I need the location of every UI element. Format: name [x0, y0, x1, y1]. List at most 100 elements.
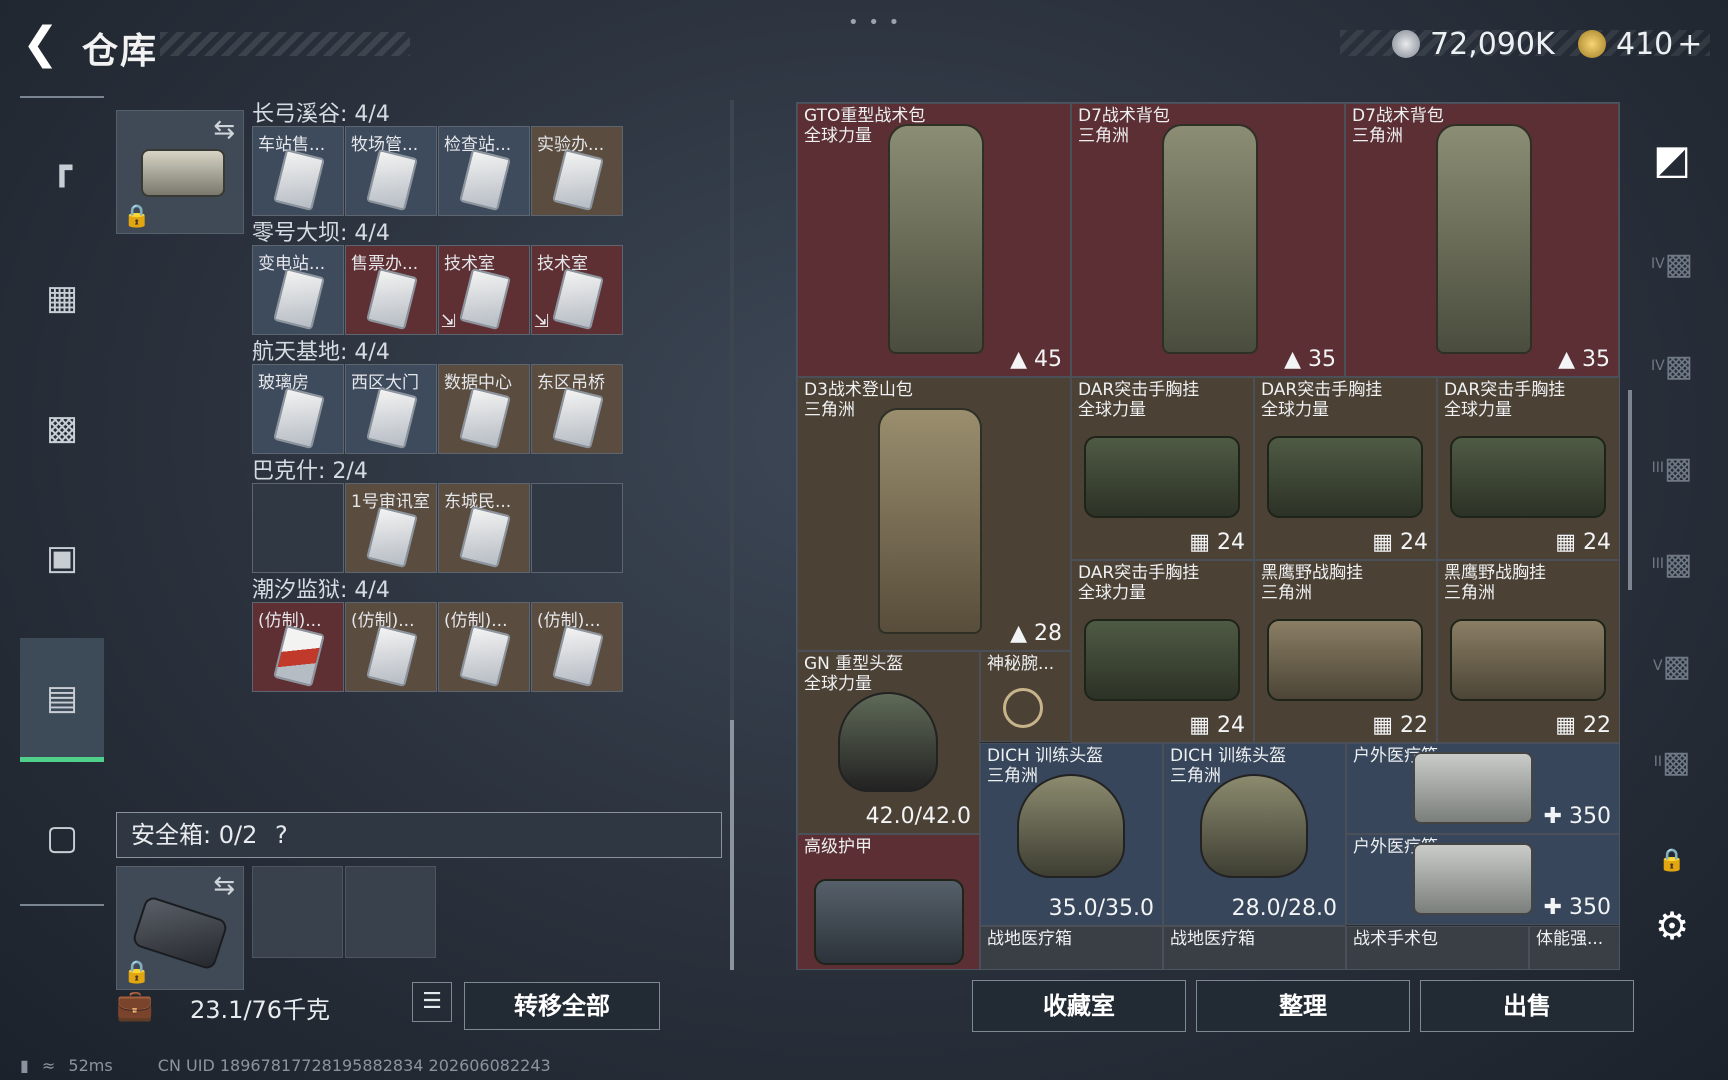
key-slot[interactable]: 东城民...: [438, 483, 530, 573]
add-currency-button[interactable]: +: [1677, 27, 1702, 62]
safe-slot[interactable]: [345, 866, 436, 958]
item-dar-chestrig[interactable]: DAR突击手胸挂 全球力量 ▦ 24: [1254, 377, 1437, 560]
item-name: GN 重型头盔 全球力量: [804, 654, 904, 694]
item-gn-helmet[interactable]: GN 重型头盔 全球力量 42.0/42.0: [797, 651, 980, 834]
title-decoration: [160, 32, 410, 56]
swap-icon[interactable]: ⇆: [213, 115, 235, 145]
help-icon[interactable]: ?: [275, 821, 288, 849]
keycard-image: [366, 624, 418, 688]
right-scrollbar[interactable]: [1628, 390, 1632, 590]
item-field-medkit[interactable]: 战地医疗箱: [980, 926, 1163, 969]
item-d7-backpack[interactable]: D7战术背包 三角洲 ▲ 35: [1071, 103, 1345, 377]
key-slot[interactable]: 检查站...: [438, 126, 530, 216]
item-name: 黑鹰野战胸挂 三角洲: [1444, 563, 1546, 603]
item-d7-backpack[interactable]: D7战术背包 三角洲 ▲ 35: [1345, 103, 1619, 377]
right-storage-nav: ◩ IV ▩ IV ▩ III ▩ III ▩ V ▩ II ▩ 🔒 ⚙: [1640, 110, 1704, 1010]
key-slot[interactable]: 牧场管...: [345, 126, 437, 216]
list-view-icon[interactable]: ☰: [412, 982, 452, 1022]
item-dar-chestrig[interactable]: DAR突击手胸挂 全球力量 ▦ 24: [1071, 377, 1254, 560]
broken-key-icon: ⇲: [441, 311, 457, 332]
storage-icon[interactable]: ◩: [1640, 130, 1704, 190]
key-slot[interactable]: 1号审讯室: [345, 483, 437, 573]
case-tier-v-icon[interactable]: V ▩: [1640, 636, 1704, 696]
item-mystery-watch[interactable]: 神秘腕...: [980, 651, 1071, 742]
backpack-image: [878, 408, 982, 634]
item-durability: ▦ 24: [1555, 530, 1611, 555]
safe-slot[interactable]: [252, 866, 343, 958]
empty-key-slot[interactable]: [531, 483, 623, 573]
currency-amount: 72,090K: [1430, 26, 1555, 62]
case-tier-iii-icon[interactable]: III ▩: [1640, 438, 1704, 498]
warehouse-grid: GTO重型战术包 全球力量 ▲ 45 D7战术背包 三角洲 ▲ 35 D7战术背包三…: [796, 102, 1620, 970]
item-field-medkit[interactable]: 战地医疗箱: [1163, 926, 1346, 969]
back-arrow-icon[interactable]: ❮: [22, 22, 62, 66]
lock-icon[interactable]: 🔒: [1640, 830, 1704, 890]
keycard-image: [273, 624, 325, 688]
case-tier-iii-icon[interactable]: III ▩: [1640, 534, 1704, 594]
key-group-title: 零号大坝: 4/4: [252, 221, 390, 246]
currency-premium[interactable]: 410 +: [1578, 22, 1702, 66]
key-slot[interactable]: (仿制)...: [252, 602, 344, 692]
case-tier-iv-icon[interactable]: IV ▩: [1640, 336, 1704, 396]
key-slot[interactable]: 技术室 ⇲: [531, 245, 623, 335]
item-durability: ▦ 24: [1189, 713, 1245, 738]
key-slot[interactable]: 玻璃房: [252, 364, 344, 454]
item-blackhawk-chestrig[interactable]: 黑鹰野战胸挂 三角洲 ▦ 22: [1437, 560, 1619, 743]
item-surgery-kit[interactable]: 战术手术包: [1346, 926, 1529, 969]
helmet-image: [838, 692, 938, 792]
sell-button[interactable]: 出售: [1420, 980, 1634, 1032]
left-scroll-thumb[interactable]: [730, 720, 734, 970]
key-slot[interactable]: 实验办...: [531, 126, 623, 216]
keycard-image: [273, 267, 325, 331]
item-dich-helmet[interactable]: DICH 训练头盔 三角洲 28.0/28.0: [1163, 743, 1346, 926]
nav-armor-icon[interactable]: ▩: [20, 368, 104, 488]
key-slot[interactable]: 数据中心: [438, 364, 530, 454]
key-slot[interactable]: (仿制)...: [438, 602, 530, 692]
key-slot[interactable]: 西区大门: [345, 364, 437, 454]
item-blackhawk-chestrig[interactable]: 黑鹰野战胸挂 三角洲 ▦ 22: [1254, 560, 1437, 743]
left-category-nav: ┏ ▦ ▩ ▣ ▤ ▢: [20, 96, 104, 906]
key-slot[interactable]: 变电站...: [252, 245, 344, 335]
item-d3-backpack[interactable]: D3战术登山包 三角洲 ▲ 28: [797, 377, 1071, 651]
case-tier-iv-icon[interactable]: IV ▩: [1640, 234, 1704, 294]
settings-gear-icon[interactable]: ⚙: [1640, 896, 1704, 956]
item-gto-backpack[interactable]: GTO重型战术包 全球力量 ▲ 45: [797, 103, 1071, 377]
nav-weapons-icon[interactable]: ┏: [20, 108, 104, 228]
left-scrollbar[interactable]: [730, 100, 734, 970]
key-slot[interactable]: (仿制)...: [345, 602, 437, 692]
key-slot[interactable]: 车站售...: [252, 126, 344, 216]
backpack-image: [1436, 124, 1532, 354]
item-outdoor-medkit[interactable]: 户外医疗箱 ✚ 350: [1346, 743, 1619, 834]
safe-box-header[interactable]: 安全箱: 0/2 ?: [116, 812, 722, 858]
nav-keycard-case-icon[interactable]: ▤: [20, 638, 104, 762]
item-name: 体能强...: [1536, 929, 1604, 949]
item-name: DAR突击手胸挂 全球力量: [1078, 563, 1200, 603]
case-tier-ii-icon[interactable]: II ▩: [1640, 732, 1704, 792]
collection-room-button[interactable]: 收藏室: [972, 980, 1186, 1032]
empty-key-slot[interactable]: [252, 483, 344, 573]
key-group-title: 航天基地: 4/4: [252, 340, 390, 365]
transfer-all-button[interactable]: 转移全部: [464, 982, 660, 1030]
item-stamina-booster[interactable]: 体能强...: [1529, 926, 1619, 969]
item-dich-helmet[interactable]: DICH 训练头盔 三角洲 35.0/35.0: [980, 743, 1163, 926]
item-name: 战术手术包: [1353, 929, 1438, 949]
item-dar-chestrig[interactable]: DAR突击手胸挂 全球力量 ▦ 24: [1071, 560, 1254, 743]
item-heal-amount: ✚ 350: [1543, 895, 1611, 920]
menu-dots-icon[interactable]: • • •: [848, 12, 901, 33]
keycard-image: [459, 148, 511, 212]
key-slot[interactable]: (仿制)...: [531, 602, 623, 692]
key-slot[interactable]: 售票办...: [345, 245, 437, 335]
item-advanced-armor[interactable]: 高级护甲: [797, 834, 980, 969]
safe-box-item[interactable]: ⇆ 🔒: [116, 866, 244, 990]
nav-chestrig-icon[interactable]: ▦: [20, 238, 104, 358]
key-slot[interactable]: 技术室 ⇲: [438, 245, 530, 335]
item-outdoor-medkit[interactable]: 户外医疗箱 ✚ 350: [1346, 834, 1619, 925]
item-dar-chestrig[interactable]: DAR突击手胸挂 全球力量 ▦ 24: [1437, 377, 1619, 560]
keycard-image: [459, 505, 511, 569]
nav-toolbox-icon[interactable]: ▢: [20, 778, 104, 898]
keycard-case-item[interactable]: ⇆ 🔒: [116, 110, 244, 234]
sort-button[interactable]: 整理: [1196, 980, 1410, 1032]
swap-icon[interactable]: ⇆: [213, 871, 235, 901]
nav-backpack-icon[interactable]: ▣: [20, 498, 104, 618]
key-slot[interactable]: 东区吊桥: [531, 364, 623, 454]
